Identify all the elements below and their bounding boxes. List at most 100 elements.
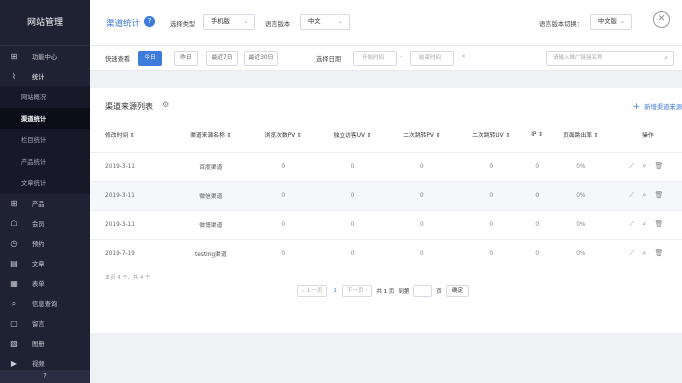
- table-cell: 0%: [548, 151, 614, 181]
- row-action-icons[interactable]: ⟋ ⌕ 🗑: [629, 191, 666, 199]
- end-date-input[interactable]: 结束时间: [410, 51, 454, 66]
- sidebar-item-info-query[interactable]: ⌕ 信息查询: [0, 294, 90, 314]
- chevron-down-icon: ⌄: [242, 18, 248, 25]
- help-icon[interactable]: ?: [0, 370, 90, 383]
- sidebar-subitem[interactable]: 网站概况: [0, 86, 90, 108]
- page-summary: 本页 4 个，共 4 个: [105, 275, 151, 281]
- column-header[interactable]: 操作: [614, 118, 682, 152]
- sidebar-item-label: 图册: [32, 341, 45, 348]
- column-header[interactable]: 独立访客UV ⇕: [318, 118, 388, 152]
- gear-icon[interactable]: ⚙: [162, 100, 169, 109]
- today-button[interactable]: 今日: [138, 51, 162, 66]
- lang-switch-select[interactable]: 中文版 ⌄: [590, 14, 632, 30]
- table-cell: 2019-3-11: [90, 151, 173, 181]
- table-row: 2019-3-11 百度渠道 0 0 0 0 0 0% ⟋ ⌕ 🗑: [90, 151, 682, 181]
- page-number[interactable]: 1: [333, 288, 337, 294]
- chart-icon: ⌇: [12, 71, 16, 81]
- lang-label: 语言版本: [265, 21, 291, 28]
- sidebar-item-chart[interactable]: ⌇ 统计: [0, 66, 90, 86]
- row-actions: ⟋ ⌕ 🗑: [613, 180, 682, 210]
- sidebar-subitem[interactable]: 渠道统计: [0, 107, 90, 129]
- table-row: 2019-3-11 微信渠道 0 0 0 0 0 0% ⟋ ⌕ 🗑: [90, 180, 682, 210]
- type-select[interactable]: 手机版 ⌄: [203, 14, 255, 30]
- sidebar-item-label: 文章: [32, 261, 45, 268]
- column-header[interactable]: 修改时间 ⇕: [90, 118, 173, 152]
- row-action-icons[interactable]: ⟋ ⌕ 🗑: [629, 249, 666, 257]
- close-icon[interactable]: ✕: [653, 11, 670, 28]
- column-header[interactable]: 页面跳出率 ⇕: [548, 118, 614, 152]
- table-cell: 0: [526, 180, 549, 210]
- last-30-days-button[interactable]: 最近30日: [244, 51, 278, 66]
- last-7-days-button[interactable]: 最近7日: [206, 51, 238, 66]
- table-cell: 0: [248, 238, 318, 268]
- table-cell: 0: [317, 209, 388, 239]
- goto-page-input[interactable]: [413, 284, 433, 297]
- column-header[interactable]: 二次跳转UV ⇕: [456, 118, 526, 152]
- lang-switch-value: 中文版: [598, 18, 617, 25]
- sidebar-subitem[interactable]: 文章统计: [0, 172, 90, 194]
- channel-list-panel: 渠道来源列表 ⚙ + 新增渠道来源 修改时间 ⇕ 渠道来源名称 ⇕ 浏览次数PV ⇕ 独…: [90, 88, 682, 333]
- table-cell: 0: [248, 209, 318, 239]
- goto-label: 到第: [398, 288, 410, 295]
- sidebar-item-reservation[interactable]: ◷ 预约: [0, 234, 90, 254]
- sidebar-subitem[interactable]: 栏目统计: [0, 129, 90, 151]
- sidebar-item-message[interactable]: ▢ 留言: [0, 314, 90, 334]
- sidebar-item-label: 产品: [32, 201, 45, 208]
- sidebar-item-label: 信息查询: [32, 301, 58, 308]
- lang-switch-label: 语言版本切换：: [539, 21, 584, 28]
- search-input[interactable]: 请输入推广链接名称 ⌕: [546, 51, 674, 66]
- prev-page-button[interactable]: ‹ 上一页: [297, 284, 328, 297]
- chevron-down-icon: ⌄: [337, 18, 343, 25]
- page-title: 渠道统计: [106, 19, 141, 29]
- column-header[interactable]: 渠道来源名称 ⇕: [173, 118, 249, 152]
- sidebar-item-article[interactable]: ▤ 文章: [0, 254, 90, 274]
- table-cell: 0%: [548, 209, 614, 239]
- clear-date-icon[interactable]: ×: [461, 53, 466, 60]
- table-cell: 2019-3-11: [90, 209, 173, 239]
- table-cell: 0: [387, 209, 457, 239]
- sidebar-item-label: 留言: [32, 321, 45, 328]
- confirm-button[interactable]: 确定: [445, 284, 469, 297]
- row-action-icons[interactable]: ⟋ ⌕ 🗑: [629, 162, 666, 170]
- next-page-button[interactable]: 下一页 ›: [341, 284, 373, 297]
- member-icon: ☖: [10, 219, 18, 228]
- search-icon[interactable]: ⌕: [664, 52, 668, 65]
- column-header[interactable]: IP ⇕: [526, 118, 548, 152]
- page-unit: 页: [436, 288, 442, 295]
- sidebar-item-label: 视频: [32, 361, 45, 368]
- sidebar-item-form[interactable]: ▦ 表单: [0, 274, 90, 294]
- table-cell: 0: [248, 180, 318, 210]
- add-channel-button[interactable]: + 新增渠道来源: [633, 102, 682, 112]
- table-cell: 0: [248, 151, 318, 181]
- pagination: ‹ 上一页 1 下一页 › 共 1 页 到第 页 确定: [297, 284, 469, 297]
- yesterday-button[interactable]: 昨日: [174, 51, 198, 66]
- sidebar-item-label: 会员: [32, 221, 45, 228]
- help-badge-icon[interactable]: ?: [144, 16, 155, 27]
- sidebar-item-label: 统计: [32, 73, 45, 81]
- date-range-separator: -: [400, 53, 403, 60]
- quick-view-label: 快速查看: [105, 56, 131, 63]
- table-cell: 0: [456, 180, 527, 210]
- table-row: 2019-7-19 testing渠道 0 0 0 0 0 0% ⟋ ⌕ 🗑: [90, 238, 682, 268]
- lang-select-value: 中文: [308, 18, 321, 25]
- start-date-input[interactable]: 开始时间: [353, 51, 397, 66]
- sidebar-subitem[interactable]: 产品统计: [0, 150, 90, 172]
- sidebar-item-label: 预约: [32, 241, 45, 248]
- article-icon: ▤: [10, 259, 18, 268]
- sidebar-item-label: 功能中心: [32, 53, 58, 61]
- grid-icon: ⊞: [10, 51, 18, 61]
- table-row: 2019-3-11 微博渠道 0 0 0 0 0 0% ⟋ ⌕ 🗑: [90, 209, 682, 239]
- table-cell: 0: [526, 209, 549, 239]
- table-cell: 0: [387, 151, 457, 181]
- sidebar: 网站管理 ⊞ 功能中心 ⌇ 统计 网站概况 渠道统计 栏目统计 产品统计 文章统计 ⊞ 产品 ☖ 会员 ◷…: [0, 0, 90, 383]
- row-action-icons[interactable]: ⟋ ⌕ 🗑: [629, 220, 666, 228]
- sidebar-item-product[interactable]: ⊞ 产品: [0, 194, 90, 214]
- sidebar-item-member[interactable]: ☖ 会员: [0, 214, 90, 234]
- sidebar-item-grid[interactable]: ⊞ 功能中心: [0, 46, 90, 66]
- column-header[interactable]: 二次跳转PV ⇕: [388, 118, 457, 152]
- table-cell: 0: [526, 238, 549, 268]
- table-cell: 0%: [548, 238, 614, 268]
- column-header[interactable]: 浏览次数PV ⇕: [249, 118, 318, 152]
- lang-select[interactable]: 中文 ⌄: [300, 14, 350, 30]
- sidebar-item-gallery[interactable]: ▧ 图册: [0, 334, 90, 354]
